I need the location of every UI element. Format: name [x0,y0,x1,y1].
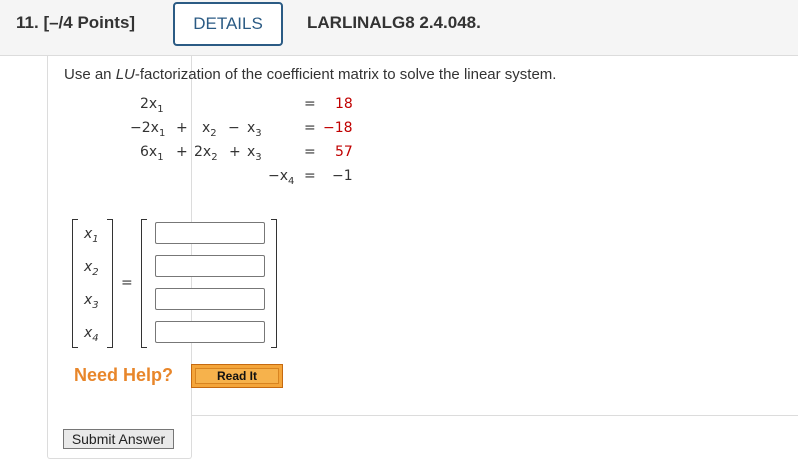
eq3-equals: = [304,144,316,160]
eq2-equals: = [304,120,316,136]
eq3-s3: 3 [255,151,262,163]
answer-input-x2[interactable] [155,255,265,277]
eq3-term3: x3 [247,144,262,163]
eq2-minus: − [228,120,240,136]
question-id: LARLINALG8 2.4.048. [307,13,481,32]
eq3-s1: 1 [157,151,164,163]
vector-left-bracket-close [107,219,113,348]
vector-label-x1: x1 [84,226,99,245]
need-help-label: Need Help? [74,365,174,385]
eq1-lhs: 2x1 [140,96,164,115]
eq3-s2: 2 [211,151,218,163]
answer-bracket-open [141,219,147,348]
eq2-term1: −2x1 [130,120,165,139]
eq3-t2: 2x [194,144,212,160]
x4-sub: 4 [92,332,99,344]
question-prompt: Use an LU-factorization of the coefficie… [64,66,556,83]
answer-bracket-close [271,219,277,348]
eq3-term2: 2x2 [194,144,218,163]
question-number-points: 11. [–/4 Points] [16,13,135,33]
eq4-t4: −x [268,168,289,184]
answer-input-x3[interactable] [155,288,265,310]
eq3-t1: 6x [140,144,158,160]
vector-label-x4: x4 [84,325,99,344]
question-number: 11. [16,13,39,32]
eq2-rhs: −18 [323,120,353,136]
eq2-term3: x3 [247,120,262,139]
vector-equals: = [121,275,133,291]
answer-input-x1[interactable] [155,222,265,244]
submit-answer-button[interactable]: Submit Answer [63,429,174,449]
eq2-s3: 3 [255,127,262,139]
vector-label-x3: x3 [84,292,99,311]
points-label: [–/4 Points] [43,13,136,32]
eq1-rhs: 18 [335,96,353,112]
eq3-plus1: + [176,144,188,160]
eq1-sub: 1 [157,103,164,115]
read-it-button[interactable]: Read It [191,364,283,388]
prompt-text-after: -factorization of the coefficient matrix… [134,66,557,83]
eq3-term1: 6x1 [140,144,164,163]
eq3-plus2: + [229,144,241,160]
prompt-text-before: Use an [64,66,116,83]
eq1-equals: = [304,96,316,112]
x1-sub: 1 [92,233,99,245]
eq4-s4: 4 [288,175,295,187]
eq4-term4: −x4 [268,168,294,187]
divider-line [191,415,798,416]
eq1-term-x1: 2x [140,96,158,112]
vector-left-bracket-open [72,219,78,348]
eq2-t1: −2x [130,120,159,136]
x2-sub: 2 [92,266,99,278]
answer-input-x4[interactable] [155,321,265,343]
eq4-equals: = [304,168,316,184]
eq2-s2: 2 [210,127,217,139]
read-it-label: Read It [195,368,279,384]
x3-sub: 3 [92,299,99,311]
details-button[interactable]: DETAILS [173,2,283,46]
eq2-plus: + [176,120,188,136]
vector-label-x2: x2 [84,259,99,278]
eq2-s1: 1 [158,127,166,139]
eq3-rhs: 57 [335,144,353,160]
eq2-term2: x2 [202,120,217,139]
prompt-lu: LU [115,66,135,83]
eq4-rhs: −1 [332,168,353,184]
question-header: 11. [–/4 Points] DETAILS LARLINALG8 2.4.… [0,0,798,56]
